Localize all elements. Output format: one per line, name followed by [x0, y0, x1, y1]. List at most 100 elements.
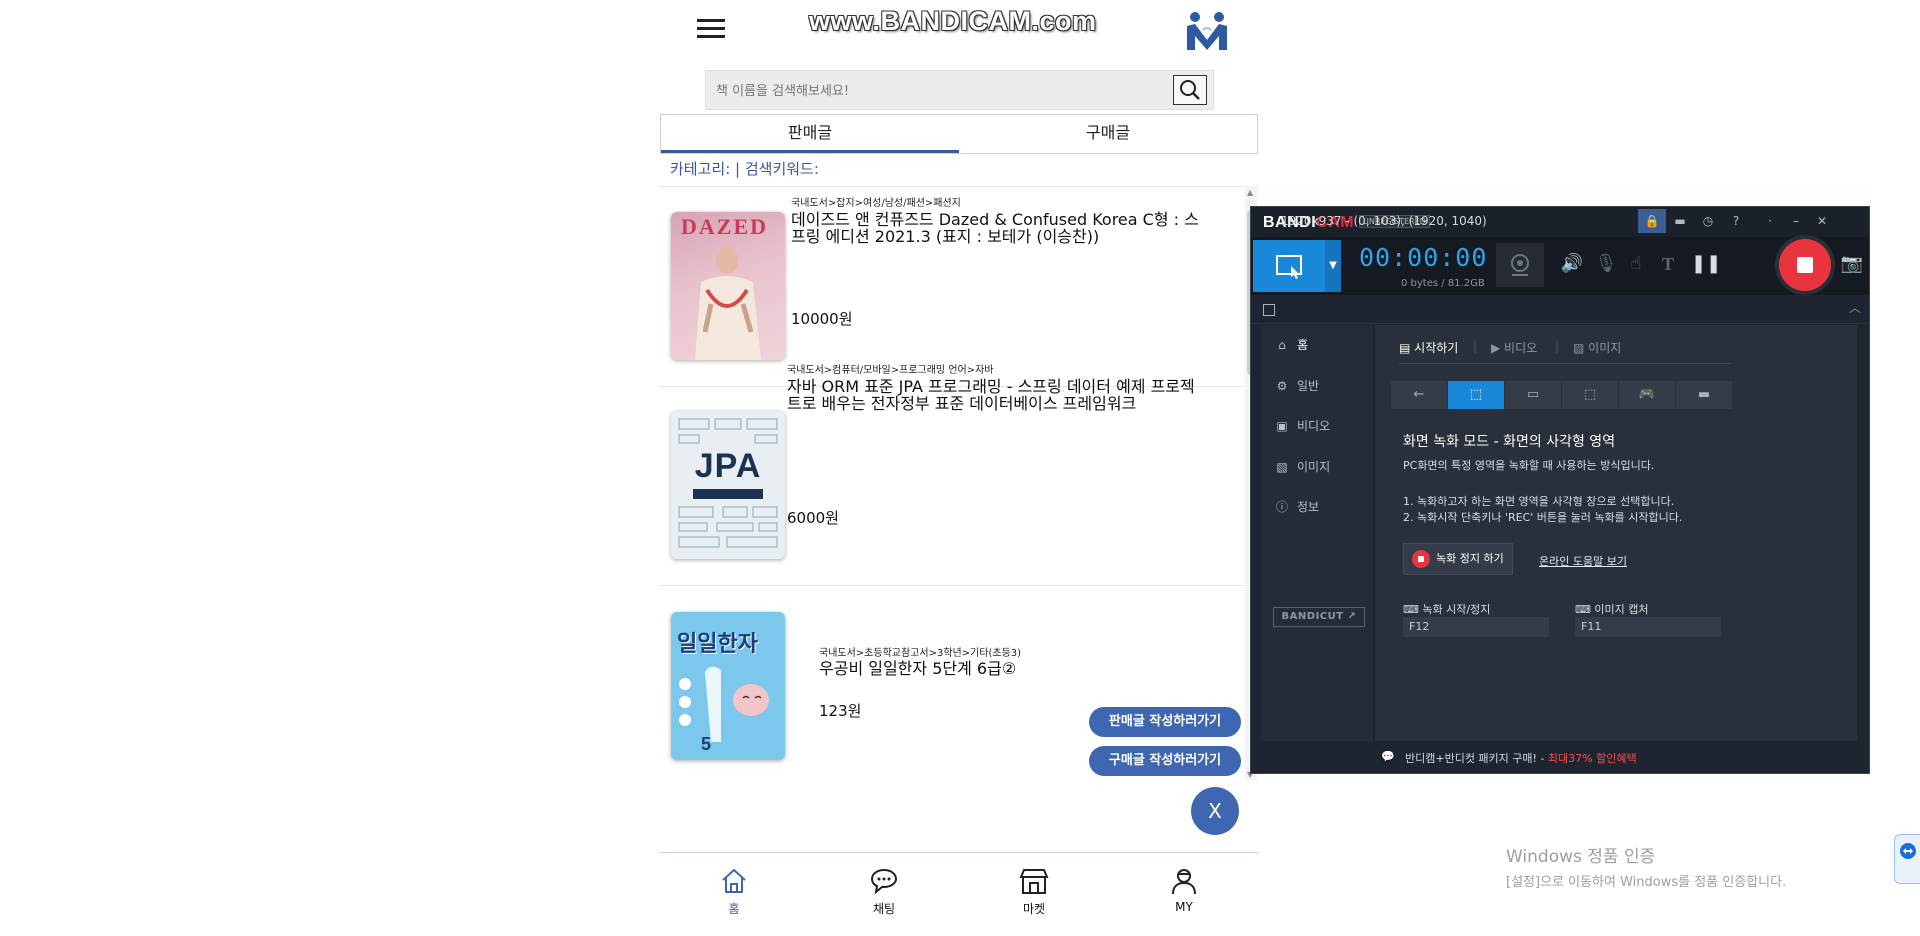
chevron-up-icon[interactable]: ︿ [1849, 299, 1861, 316]
menu-icon[interactable] [697, 14, 725, 44]
instruction-step: 2. 녹화시작 단축키나 'REC' 버튼을 눌러 녹화를 시작합니다. [1403, 511, 1683, 524]
cover-person-illustration [695, 246, 761, 360]
minimize-icon[interactable]: – [1785, 211, 1807, 231]
sidebar-item-video[interactable]: ▣ 비디오 [1261, 406, 1373, 446]
sidebar-item-general[interactable]: ⚙ 일반 [1261, 366, 1373, 406]
nav-label: 홈 [728, 902, 740, 916]
chevron-down-icon[interactable]: ▼ [1325, 240, 1341, 292]
book-list-item[interactable]: DAZED 국내도서>잡지>여성/남성/패션>패션지 데이즈드 앤 컨퓨즈드 D… [659, 188, 1244, 387]
tab-video[interactable]: ▶ 비디오 [1491, 339, 1537, 356]
nav-home[interactable]: 홈 [694, 866, 774, 917]
instruction-step: 1. 녹화하고자 하는 화면 영역을 사각형 창으로 선택합니다. [1403, 495, 1675, 508]
scroll-up-icon[interactable]: ▲ [1247, 188, 1253, 197]
tab-buy-posts[interactable]: 구매글 [959, 115, 1257, 153]
mobile-app: www.BANDICAM.com 판매글 구매글 카테고리: | 검색키워드: … [659, 0, 1260, 936]
screen-mode-button[interactable] [1253, 240, 1325, 292]
home-icon [722, 869, 746, 893]
webcam-button[interactable] [1496, 243, 1544, 287]
nav-label: MY [1175, 900, 1193, 914]
lock-icon[interactable]: 🔒 [1638, 209, 1666, 233]
rectangle-mode-icon [1276, 255, 1302, 279]
capture-area-info: 1920x937 - (0, 103), (1920, 1040) [1281, 214, 1487, 228]
sidebar-item-info[interactable]: ⓘ 정보 [1261, 487, 1373, 527]
video-settings-icon: ▣ [1276, 419, 1288, 433]
device-mode-icon[interactable]: ▬ [1676, 381, 1733, 409]
user-icon [1172, 869, 1196, 895]
book-category-path: 국내도서>잡지>여성/남성/패션>패션지 [791, 198, 961, 209]
tab-separator: | [1555, 339, 1560, 353]
keyboard-icon: ⌨ [1575, 603, 1591, 616]
gear-icon: ⚙ [1276, 379, 1288, 393]
around-mouse-mode-icon[interactable]: ⬚ [1562, 381, 1619, 409]
tab-sell-posts[interactable]: 판매글 [661, 115, 959, 153]
promo-text: 반디캠+반디컷 패키지 구매! - 최대37% 할인혜택 [1405, 752, 1637, 765]
record-timer: 00:00:00 [1359, 243, 1488, 272]
app-logo-icon[interactable] [1183, 8, 1231, 52]
book-list-item[interactable]: JPA 국내도서>컴퓨터/모바일>프로그래밍 언어>자바 자바 ORM 표준 J… [659, 365, 1244, 586]
text-overlay-icon[interactable]: T [1655, 251, 1681, 277]
game-mode-icon[interactable]: 🎮 [1619, 381, 1676, 409]
nav-label: 채팅 [872, 902, 896, 916]
hotkey-label: ⌨ 녹화 시작/정지 [1403, 603, 1491, 616]
activation-title: Windows 정품 인증 [1506, 847, 1656, 867]
svg-text:5: 5 [701, 734, 711, 754]
book-price: 123원 [819, 702, 862, 720]
nav-my[interactable]: MY [1144, 866, 1224, 914]
post-tabs: 판매글 구매글 [660, 114, 1258, 154]
nav-market[interactable]: 마켓 [994, 866, 1074, 917]
record-mode-bar: ← ⬚ ▭ ⬚ 🎮 ▬ [1391, 381, 1733, 409]
category-keyword-line: 카테고리: | 검색키워드: [670, 160, 819, 178]
online-help-link[interactable]: 온라인 도움말 보기 [1539, 553, 1627, 569]
pause-icon[interactable]: ❚❚ [1691, 251, 1721, 277]
book-category-path: 국내도서>컴퓨터/모바일>프로그래밍 언어>자바 [787, 365, 994, 376]
bandicam-main-panel: ▤ 시작하기 | ▶ 비디오 | ▨ 이미지 ← ⬚ ▭ ⬚ 🎮 ▬ 화면 녹화… [1375, 325, 1857, 741]
folder-icon[interactable]: ▬ [1669, 211, 1691, 231]
help-icon[interactable]: ? [1725, 211, 1747, 231]
record-hotkey-field[interactable]: F12 [1403, 617, 1549, 637]
rectangle-mode-icon[interactable]: ⬚ [1448, 381, 1505, 409]
search-icon [1180, 80, 1200, 100]
search-input[interactable] [714, 77, 1148, 105]
bandicam-footer[interactable]: 💬 반디캠+반디컷 패키지 구매! - 최대37% 할인혜택 [1251, 741, 1869, 773]
image-settings-icon: ▧ [1276, 460, 1288, 474]
close-icon[interactable]: ✕ [1811, 211, 1833, 231]
home-icon: ⌂ [1278, 338, 1286, 352]
nav-chat[interactable]: 채팅 [844, 866, 924, 917]
info-icon: ⓘ [1275, 500, 1288, 514]
sidebar-item-home[interactable]: ⌂ 홈 [1261, 325, 1373, 365]
capture-area-bar [1251, 295, 1869, 324]
capture-hotkey-field[interactable]: F11 [1575, 617, 1721, 637]
back-arrow-icon[interactable]: ← [1391, 381, 1448, 409]
book-title: 우공비 일일한자 5단계 6급② [819, 659, 1017, 678]
hotkey-label: ⌨ 이미지 캡처 [1575, 603, 1649, 616]
speaker-icon[interactable]: 🔊 [1559, 251, 1585, 277]
tab-getting-started[interactable]: ▤ 시작하기 [1399, 339, 1458, 356]
file-size: 0 bytes / 81.2GB [1401, 278, 1485, 289]
write-buy-post-button[interactable]: 구매글 작성하러가기 [1089, 746, 1241, 776]
clock-icon[interactable]: ◷ [1697, 211, 1719, 231]
remote-icon [1900, 843, 1916, 859]
microphone-icon[interactable]: 🎙 [1593, 251, 1619, 277]
tab-image[interactable]: ▨ 이미지 [1573, 339, 1621, 356]
fullscreen-mode-icon[interactable]: ▭ [1505, 381, 1562, 409]
stop-recording-button[interactable]: 녹화 정지 하기 [1403, 543, 1513, 575]
cursor-effect-icon[interactable]: ☝ [1623, 251, 1649, 277]
write-sell-post-button[interactable]: 판매글 작성하러가기 [1089, 707, 1241, 737]
book-cover-image: DAZED [671, 212, 785, 360]
area-icon [1263, 304, 1275, 316]
book-cover-image: 일일한자 5 [671, 612, 785, 760]
windows-activation-watermark: Windows 정품 인증 [설정]으로 이동하여 Windows를 정품 인증… [1506, 842, 1786, 890]
sidebar-item-image[interactable]: ▧ 이미지 [1261, 447, 1373, 487]
bandicam-watermark: www.BANDICAM.com [809, 6, 1097, 36]
collapse-icon[interactable]: · [1759, 211, 1781, 231]
cover-band [693, 489, 763, 499]
stop-icon [1412, 550, 1430, 568]
cover-character-illustration: 5 [679, 666, 769, 754]
close-fab-button[interactable]: X [1191, 787, 1239, 835]
search-button[interactable] [1173, 75, 1207, 105]
bandicut-button[interactable]: BANDICUT ↗ [1273, 607, 1365, 627]
teamviewer-tab-icon[interactable] [1894, 834, 1920, 884]
record-stop-button[interactable] [1779, 239, 1831, 291]
camera-capture-icon[interactable]: 📷 [1839, 251, 1865, 277]
webcam-icon [1511, 254, 1529, 276]
